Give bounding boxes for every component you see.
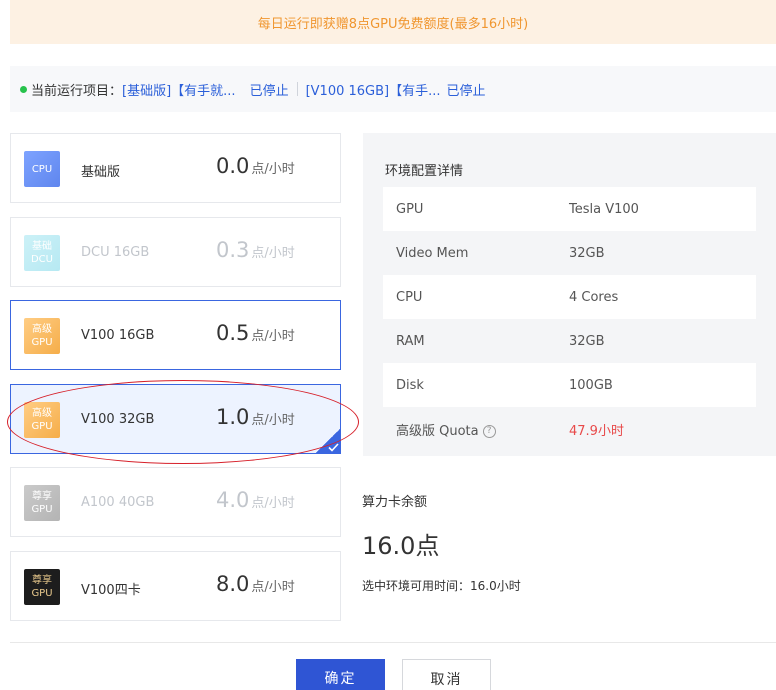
balance-label: 算力卡余额 [362, 495, 428, 510]
confirm-button[interactable]: 确定 [296, 659, 385, 690]
env-card-a100-40gb[interactable]: 尊享 GPU A100 40GB 4.0 点/小时 [10, 467, 341, 537]
cancel-button[interactable]: 取消 [402, 659, 491, 690]
env-card-price: 0.0 点/小时 [216, 154, 295, 178]
env-card-price: 8.0 点/小时 [216, 572, 295, 596]
env-card-price: 1.0 点/小时 [216, 405, 295, 429]
running-project-link[interactable]: [V100 16GB]【有手... [306, 80, 441, 99]
banner-text: 每日运行即获赠8点GPU免费额度(最多16小时) [257, 16, 529, 32]
free-quota-banner: 每日运行即获赠8点GPU免费额度(最多16小时) [10, 0, 776, 44]
gpu-badge-icon: 尊享 GPU [24, 569, 60, 605]
gpu-badge-icon: 尊享 GPU [24, 485, 60, 521]
divider [10, 642, 776, 643]
running-status-dot-icon [20, 85, 27, 93]
running-projects-bar: 当前运行项目： [基础版]【有手就... 已停止 [V100 16GB]【有手.… [10, 66, 776, 112]
env-card-basic[interactable]: CPU 基础版 0.0 点/小时 [10, 133, 341, 203]
running-label: 当前运行项目： [31, 83, 123, 99]
env-card-name: 基础版 [81, 165, 121, 180]
running-project-status: 已停止 [446, 83, 486, 99]
cpu-badge-icon: CPU [24, 151, 60, 187]
gpu-badge-icon: 高级 GPU [24, 402, 60, 438]
env-row-video-mem: Video Mem 32GB [396, 245, 605, 261]
env-row-disk: Disk 100GB [383, 363, 756, 407]
env-card-name: V100 16GB [81, 328, 155, 343]
gpu-badge-icon: 高级 GPU [24, 318, 60, 354]
env-card-name: V100四卡 [81, 583, 141, 598]
env-card-name: V100 32GB [81, 412, 155, 427]
env-row-gpu: GPU Tesla V100 [383, 187, 756, 231]
running-project-link[interactable]: [基础版]【有手就... [122, 80, 236, 99]
env-row-quota: 高级版 Quota? 47.9小时 [396, 423, 624, 439]
env-card-price: 4.0 点/小时 [216, 488, 295, 512]
env-card-name: A100 40GB [81, 495, 155, 510]
selected-check-icon [315, 428, 341, 454]
env-card-v100-32gb[interactable]: 高级 GPU V100 32GB 1.0 点/小时 [10, 384, 341, 454]
env-config-panel: 环境配置详情 GPU Tesla V100 Video Mem 32GB CPU 4 … [363, 133, 776, 456]
env-row-cpu: CPU 4 Cores [383, 275, 756, 319]
running-project-status: 已停止 [249, 83, 289, 99]
available-time: 选中环境可用时间：16.0小时 [362, 579, 521, 593]
env-card-price: 0.3 点/小时 [216, 238, 295, 262]
dcu-badge-icon: 基础 DCU [24, 235, 60, 271]
env-card-dcu-16gb[interactable]: 基础 DCU DCU 16GB 0.3 点/小时 [10, 217, 341, 287]
env-card-name: DCU 16GB [81, 245, 150, 260]
env-card-price: 0.5 点/小时 [216, 321, 295, 345]
env-row-ram: RAM 32GB [396, 333, 605, 349]
env-config-title: 环境配置详情 [385, 164, 464, 179]
divider [296, 82, 298, 96]
help-icon[interactable]: ? [482, 424, 496, 438]
env-card-v100-16gb[interactable]: 高级 GPU V100 16GB 0.5 点/小时 [10, 300, 341, 370]
env-card-v100-4x[interactable]: 尊享 GPU V100四卡 8.0 点/小时 [10, 551, 341, 621]
balance-value: 16.0点 [362, 532, 440, 560]
